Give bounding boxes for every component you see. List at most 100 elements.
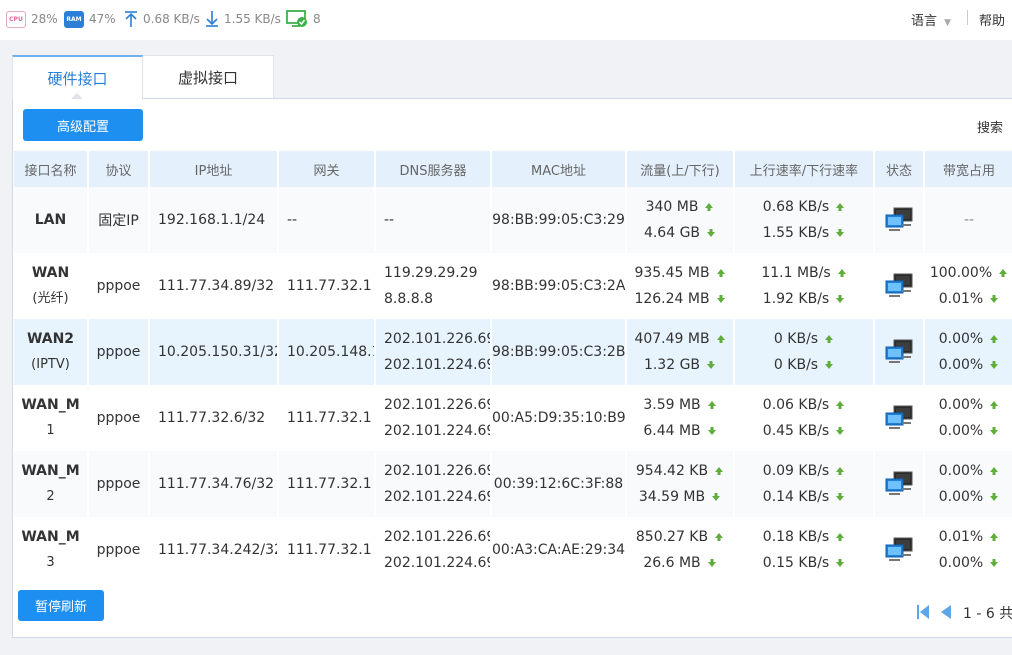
traffic-up: 954.42 KB bbox=[635, 463, 709, 479]
network-status-icon[interactable] bbox=[884, 537, 914, 563]
network-status-icon[interactable] bbox=[884, 273, 914, 299]
cell-name: WAN_M 2 bbox=[14, 451, 89, 517]
arrow-up-icon bbox=[707, 401, 716, 409]
bandwidth-down: 0.00% bbox=[938, 489, 984, 505]
arrow-down-icon bbox=[707, 559, 716, 567]
col-header-protocol[interactable]: 协议 bbox=[88, 151, 150, 187]
table-row[interactable]: WAN_M 1 pppoe 111.77.32.6/32 111.77.32.1 202.… bbox=[14, 385, 1012, 451]
col-header-name[interactable]: 接口名称 bbox=[14, 151, 89, 187]
rate-down: 0.14 KB/s bbox=[762, 489, 830, 505]
dns-secondary: 8.8.8.8 bbox=[384, 291, 433, 307]
cell-gateway: 10.205.148.1 bbox=[278, 319, 376, 385]
bandwidth-up: 0.00% bbox=[938, 397, 984, 413]
table-row[interactable]: WAN_M 2 pppoe 111.77.34.76/32 111.77.32.1 202… bbox=[14, 451, 1012, 517]
bandwidth-down: 0.00% bbox=[938, 423, 984, 439]
advanced-config-button[interactable]: 高级配置 bbox=[23, 109, 143, 141]
pause-refresh-button[interactable]: 暂停刷新 bbox=[18, 590, 104, 621]
cell-name: WAN2 (IPTV) bbox=[14, 319, 89, 385]
network-status-icon[interactable] bbox=[884, 405, 914, 431]
interface-name: WAN_M bbox=[21, 529, 80, 545]
arrow-down-icon bbox=[990, 295, 999, 303]
first-page-icon[interactable] bbox=[916, 604, 930, 620]
arrow-up-icon bbox=[715, 467, 724, 475]
ram-usage: 47% bbox=[89, 12, 116, 26]
traffic-down: 6.44 MB bbox=[643, 423, 701, 439]
cell-status bbox=[874, 385, 925, 451]
arrow-down-icon bbox=[990, 361, 999, 369]
col-header-rate[interactable]: 上行速率/下行速率 bbox=[734, 151, 875, 187]
cell-traffic: 935.45 MB 126.24 MB bbox=[626, 253, 735, 319]
bandwidth-up: 0.00% bbox=[938, 331, 984, 347]
cell-dns: 202.101.226.69 202.101.224.69 bbox=[375, 385, 492, 451]
cell-mac: 98:BB:99:05:C3:2B bbox=[491, 319, 627, 385]
bandwidth-down: 0.00% bbox=[938, 357, 984, 373]
interface-subname: (光纤) bbox=[32, 291, 69, 306]
top-status-bar: CPU 28% RAM 47% 0.68 KB/s 1.55 KB/s 8 语言 bbox=[0, 0, 1012, 40]
col-header-ip[interactable]: IP地址 bbox=[149, 151, 279, 187]
rate-up: 0.68 KB/s bbox=[762, 199, 830, 215]
dns-primary: 119.29.29.29 bbox=[384, 265, 478, 281]
download-stat: 1.55 KB/s bbox=[204, 9, 281, 29]
arrow-down-icon bbox=[825, 361, 834, 369]
arrow-up-icon bbox=[836, 203, 845, 211]
network-status-icon[interactable] bbox=[884, 471, 914, 497]
cell-protocol: pppoe bbox=[88, 385, 150, 451]
col-header-status[interactable]: 状态 bbox=[874, 151, 925, 187]
cell-mac: 98:BB:99:05:C3:2A bbox=[491, 253, 627, 319]
cell-gateway: 111.77.32.1 bbox=[278, 253, 376, 319]
traffic-up: 935.45 MB bbox=[634, 265, 710, 281]
dns-secondary: 202.101.224.69 bbox=[384, 357, 491, 373]
col-header-dns[interactable]: DNS服务器 bbox=[375, 151, 492, 187]
dns-primary: 202.101.226.69 bbox=[384, 331, 491, 347]
prev-page-icon[interactable] bbox=[938, 604, 952, 620]
interface-name: LAN bbox=[34, 212, 67, 228]
traffic-up: 3.59 MB bbox=[643, 397, 701, 413]
interfaces-table: 接口名称 协议 IP地址 网关 DNS服务器 MAC地址 流量(上/下行) 上行… bbox=[14, 151, 1012, 583]
arrow-up-icon bbox=[705, 203, 714, 211]
cell-dns: 119.29.29.29 8.8.8.8 bbox=[375, 253, 492, 319]
network-status-icon[interactable] bbox=[884, 207, 914, 233]
arrow-up-icon bbox=[990, 401, 999, 409]
col-header-traffic[interactable]: 流量(上/下行) bbox=[626, 151, 735, 187]
arrow-up-icon bbox=[990, 467, 999, 475]
cell-rate: 0 KB/s 0 KB/s bbox=[734, 319, 875, 385]
rate-down: 1.55 KB/s bbox=[762, 225, 830, 241]
language-dropdown[interactable]: 语言 ▼ bbox=[911, 10, 951, 29]
interface-subname: 1 bbox=[46, 423, 55, 438]
cpu-icon: CPU bbox=[6, 10, 26, 28]
arrow-down-icon bbox=[836, 295, 845, 303]
table-row[interactable]: WAN (光纤) pppoe 111.77.34.89/32 111.77.32.1 11… bbox=[14, 253, 1012, 319]
dns-secondary: 202.101.224.69 bbox=[384, 555, 491, 571]
cell-rate: 0.06 KB/s 0.45 KB/s bbox=[734, 385, 875, 451]
cell-gateway: 111.77.32.1 bbox=[278, 385, 376, 451]
traffic-up: 340 MB bbox=[645, 199, 699, 215]
cell-mac: 00:A3:CA:AE:29:34 bbox=[491, 517, 627, 583]
col-header-mac[interactable]: MAC地址 bbox=[491, 151, 627, 187]
arrow-down-icon bbox=[836, 493, 845, 501]
table-row[interactable]: WAN2 (IPTV) pppoe 10.205.150.31/32 10.205.14… bbox=[14, 319, 1012, 385]
cell-bandwidth: 100.00% 0.01% bbox=[924, 253, 1012, 319]
cell-gateway: 111.77.32.1 bbox=[278, 517, 376, 583]
arrow-down-icon bbox=[990, 427, 999, 435]
network-status-icon[interactable] bbox=[884, 339, 914, 365]
cell-protocol: pppoe bbox=[88, 451, 150, 517]
table-row[interactable]: WAN_M 3 pppoe 111.77.34.242/32 111.77.32.1 20… bbox=[14, 517, 1012, 583]
table-row[interactable]: LAN 固定IP 192.168.1.1/24 -- -- 98:BB:99:05:C3:… bbox=[14, 187, 1012, 253]
rate-down: 0.45 KB/s bbox=[762, 423, 830, 439]
cell-mac: 98:BB:99:05:C3:29 bbox=[491, 187, 627, 253]
help-link[interactable]: 帮助 bbox=[979, 10, 1005, 29]
cell-dns: 202.101.226.69 202.101.224.69 bbox=[375, 517, 492, 583]
search-label[interactable]: 搜索 bbox=[977, 117, 1012, 136]
arrow-down-icon bbox=[836, 427, 845, 435]
cell-traffic: 850.27 KB 26.6 MB bbox=[626, 517, 735, 583]
traffic-down: 34.59 MB bbox=[638, 489, 706, 505]
online-device-count: 8 bbox=[313, 12, 321, 26]
arrow-up-icon bbox=[825, 335, 834, 343]
col-header-bandwidth[interactable]: 带宽占用 bbox=[924, 151, 1012, 187]
traffic-up: 407.49 MB bbox=[634, 331, 710, 347]
tab-virtual-interfaces[interactable]: 虚拟接口 bbox=[143, 55, 274, 99]
cell-traffic: 340 MB 4.64 GB bbox=[626, 187, 735, 253]
col-header-gateway[interactable]: 网关 bbox=[278, 151, 376, 187]
cell-rate: 11.1 MB/s 1.92 KB/s bbox=[734, 253, 875, 319]
arrow-down-icon bbox=[716, 295, 725, 303]
